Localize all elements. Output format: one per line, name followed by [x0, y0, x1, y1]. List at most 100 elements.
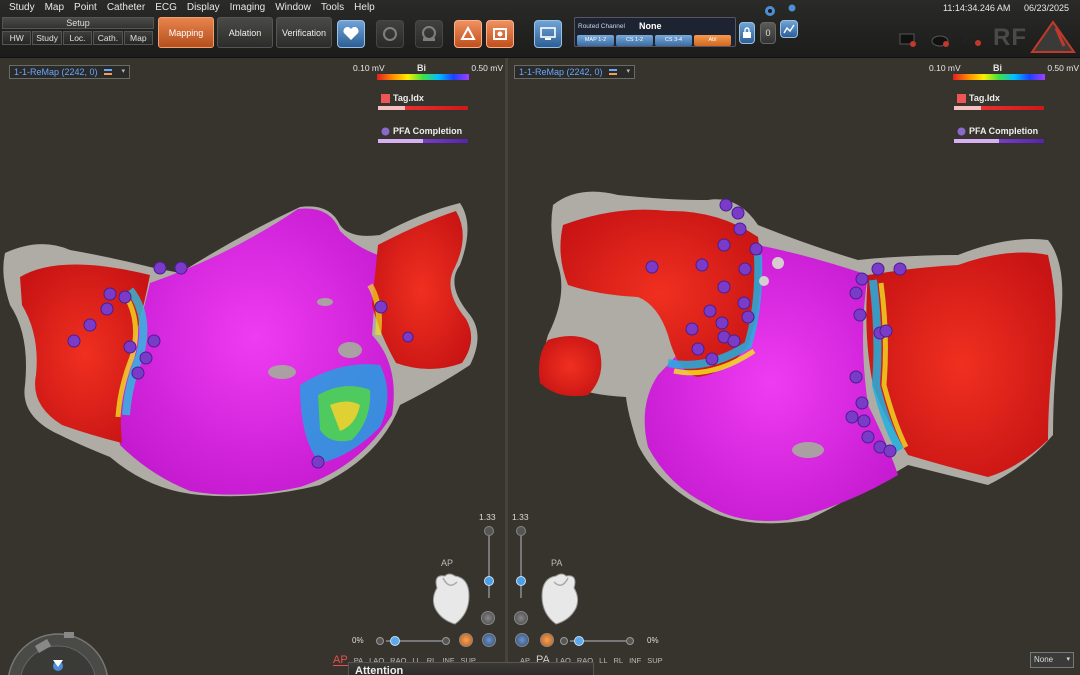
right-zoom-slider[interactable] — [516, 526, 526, 608]
setup-tab-study[interactable]: Study — [32, 31, 62, 45]
left-opacity-handle[interactable] — [390, 636, 400, 646]
small-gear-icon[interactable] — [787, 3, 797, 13]
menu-ecg[interactable]: ECG — [150, 1, 182, 15]
heart-plus-button[interactable] — [337, 20, 365, 48]
generator-status-icon — [931, 35, 949, 47]
right-map-select[interactable]: 1-1-ReMap (2242, 0) ▾ — [514, 65, 636, 79]
setup-title[interactable]: Setup — [2, 17, 154, 29]
left-view-ap[interactable]: AP — [333, 655, 348, 666]
menu-help[interactable]: Help — [349, 1, 380, 15]
right-voltage-scale: 0.10 mV Bi 0.50 mV — [929, 63, 1079, 80]
setup-tab-map[interactable]: Map — [123, 31, 154, 45]
device-status-icon — [899, 33, 916, 47]
right-view-inf[interactable]: INF — [629, 655, 641, 666]
right-view-ll[interactable]: LL — [599, 655, 607, 666]
reset-view-button[interactable] — [376, 20, 404, 48]
top-toolbar: Study Map Point Catheter ECG Display Ima… — [0, 0, 1080, 58]
channel-lock-button[interactable] — [739, 22, 755, 44]
left-reset-zoom-button[interactable] — [481, 611, 495, 625]
right-color-bar[interactable] — [953, 74, 1045, 80]
tag-icon — [381, 93, 390, 103]
right-reset-zoom-button[interactable] — [514, 611, 528, 625]
left-zoom-value: 1.33 — [479, 512, 496, 522]
triangle-icon — [460, 25, 476, 40]
setup-tab-cath[interactable]: Cath. — [93, 31, 123, 45]
left-map-select[interactable]: 1-1-ReMap (2242, 0) ▾ — [9, 65, 131, 79]
right-tag-legend: Tag.Idx — [953, 93, 1045, 111]
setup-tab-loc[interactable]: Loc. — [62, 31, 93, 45]
right-zoom-handle[interactable] — [516, 576, 526, 586]
pfa-icon — [381, 127, 390, 135]
menu-study[interactable]: Study — [4, 1, 40, 15]
right-opacity-slider[interactable] — [560, 636, 634, 646]
right-blue-tool-button[interactable] — [515, 633, 529, 647]
right-zoom-value: 1.33 — [512, 512, 529, 522]
left-color-bar[interactable] — [377, 74, 469, 80]
left-scale-max: 0.50 mV — [471, 63, 503, 73]
routed-channel-value[interactable]: None — [639, 21, 662, 31]
menu-map[interactable]: Map — [40, 1, 69, 15]
left-tag-label: Tag.Idx — [393, 93, 424, 103]
right-map-name: 1-1-ReMap (2242, 0) — [519, 67, 603, 77]
menu-catheter[interactable]: Catheter — [102, 1, 150, 15]
left-tag-bar — [377, 105, 469, 111]
right-orientation-label: PA — [551, 558, 563, 568]
routed-chip-abl[interactable]: Abl — [694, 35, 731, 46]
left-scale-label: Bi — [417, 63, 426, 73]
left-orientation-label: AP — [441, 558, 454, 568]
routed-chip-cs34[interactable]: CS 3-4 — [655, 35, 692, 46]
map-options-icon — [103, 69, 112, 75]
navigation-compass[interactable] — [6, 612, 110, 675]
left-orange-tool-button[interactable] — [459, 633, 473, 647]
attention-panel-header[interactable]: Attention — [348, 662, 594, 675]
rf-logo: RF — [993, 24, 1027, 51]
menu-window[interactable]: Window — [270, 1, 316, 15]
left-3d-map[interactable] — [0, 195, 505, 505]
snapshot-button[interactable] — [486, 20, 514, 48]
right-heart-orientation-icon[interactable] — [538, 570, 582, 628]
left-heart-orientation-icon[interactable] — [429, 570, 473, 628]
bottom-right-select-value: None — [1034, 655, 1054, 664]
mapping-mode-button[interactable]: Mapping — [158, 17, 214, 48]
right-view-sup[interactable]: SUP — [647, 655, 662, 666]
gear-icon[interactable] — [762, 3, 778, 19]
left-scale-min: 0.10 mV — [353, 63, 385, 73]
zoom-in-icon[interactable] — [516, 526, 526, 536]
left-zoom-handle[interactable] — [484, 576, 494, 586]
right-view-rl[interactable]: RL — [614, 655, 624, 666]
reset-icon — [383, 27, 397, 41]
graph-settings-button[interactable] — [780, 20, 798, 38]
map-options-icon — [608, 69, 617, 75]
right-pfa-legend: PFA Completion — [953, 126, 1045, 144]
left-tag-legend: Tag.Idx — [377, 93, 469, 111]
left-zoom-slider[interactable] — [484, 526, 494, 608]
right-pfa-bar — [953, 138, 1045, 144]
menu-point[interactable]: Point — [69, 1, 102, 15]
bottom-right-select[interactable]: None ▾ — [1030, 652, 1074, 668]
menu-tools[interactable]: Tools — [316, 1, 349, 15]
monitor-button[interactable] — [534, 20, 562, 48]
right-3d-map[interactable] — [508, 185, 1080, 530]
ablation-mode-button[interactable]: Ablation — [217, 17, 273, 48]
chevron-down-icon: ▾ — [626, 68, 631, 75]
left-blue-tool-button[interactable] — [482, 633, 496, 647]
menu-bar: Study Map Point Catheter ECG Display Ima… — [4, 1, 380, 15]
right-opacity-value: 0% — [647, 636, 659, 645]
routed-chip-map[interactable]: MAP 1-2 — [577, 35, 614, 46]
menu-display[interactable]: Display — [182, 1, 225, 15]
chevron-down-icon: ▾ — [121, 68, 126, 75]
right-orange-tool-button[interactable] — [540, 633, 554, 647]
heart-plus-icon — [343, 26, 359, 40]
left-opacity-slider[interactable] — [376, 636, 450, 646]
right-opacity-handle[interactable] — [574, 636, 584, 646]
triangle-tool-button[interactable] — [454, 20, 482, 48]
auto-icon — [422, 26, 436, 41]
channel-zero-button[interactable]: 0 — [760, 22, 776, 44]
zoom-in-icon[interactable] — [484, 526, 494, 536]
auto-button[interactable] — [415, 20, 443, 48]
verification-mode-button[interactable]: Verification — [276, 17, 332, 48]
menu-imaging[interactable]: Imaging — [225, 1, 271, 15]
routed-chip-cs12[interactable]: CS 1-2 — [616, 35, 653, 46]
setup-tab-hw[interactable]: HW — [2, 31, 32, 45]
lock-icon — [743, 27, 751, 38]
